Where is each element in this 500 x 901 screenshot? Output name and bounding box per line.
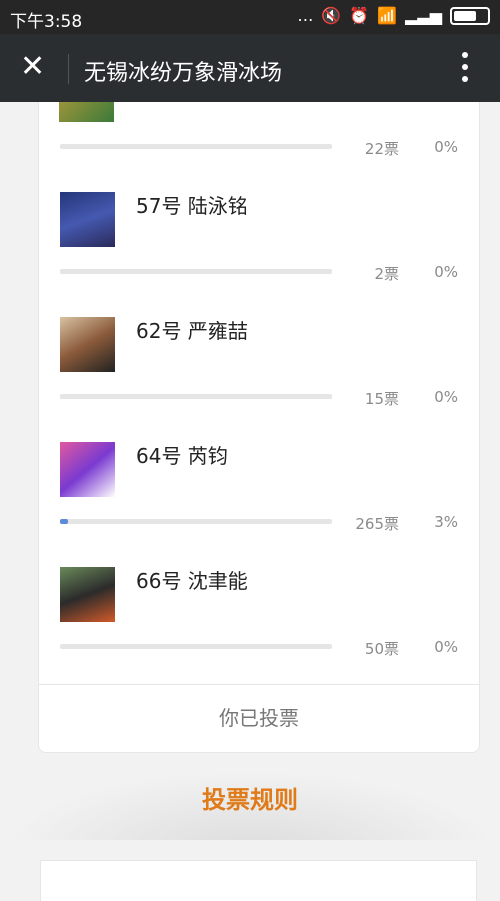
vote-percent: 0% xyxy=(434,638,458,656)
candidate-photo[interactable] xyxy=(60,317,115,372)
mute-icon: 🔇 xyxy=(321,6,342,25)
rules-title: 投票规则 xyxy=(202,786,298,814)
battery-icon xyxy=(450,6,490,25)
close-icon[interactable]: ✕ xyxy=(20,52,50,82)
candidate-photo[interactable] xyxy=(60,567,115,622)
vote-count: 2票 xyxy=(374,265,399,283)
app-bar-divider xyxy=(68,54,69,84)
candidate-name[interactable]: 62号 严雍喆 xyxy=(136,315,248,344)
alarm-icon: ⏰ xyxy=(349,6,370,25)
more-menu-icon[interactable] xyxy=(462,52,470,82)
vote-progress-bar xyxy=(60,394,332,399)
wifi-icon: 📶 xyxy=(377,6,398,25)
candidate-photo[interactable] xyxy=(60,192,115,247)
candidate-photo[interactable] xyxy=(60,442,115,497)
vote-percent: 0% xyxy=(434,388,458,406)
vote-progress-bar xyxy=(60,269,332,274)
vote-count: 265票 xyxy=(355,515,399,533)
vote-list-card: 22票 0% 57号 陆泳铭 2票 0% 62号 严雍喆 15票 0% 64号 … xyxy=(38,102,480,753)
signal-icon: ▂▃▅ xyxy=(405,6,442,25)
page-title: 无锡冰纷万象滑冰场 xyxy=(84,61,283,86)
rules-card xyxy=(40,860,477,901)
candidate-name[interactable]: 66号 沈聿能 xyxy=(136,565,248,594)
status-time: 下午3:58 xyxy=(10,12,83,32)
vote-progress-bar xyxy=(60,519,332,524)
vote-percent: 0% xyxy=(434,138,458,156)
status-bar: 下午3:58 … 🔇 ⏰ 📶 ▂▃▅ xyxy=(0,0,500,34)
vote-count: 50票 xyxy=(364,640,399,658)
vote-percent: 3% xyxy=(434,513,458,531)
candidate-name[interactable]: 57号 陆泳铭 xyxy=(136,190,248,219)
app-bar: ✕ 无锡冰纷万象滑冰场 xyxy=(0,34,500,102)
candidate-photo[interactable] xyxy=(59,102,114,122)
vote-progress-bar xyxy=(60,144,332,149)
status-icons: … 🔇 ⏰ 📶 ▂▃▅ xyxy=(297,6,490,25)
voted-status-button[interactable]: 你已投票 xyxy=(39,702,479,731)
vote-count: 22票 xyxy=(364,140,399,158)
vote-percent: 0% xyxy=(434,263,458,281)
vote-progress-bar xyxy=(60,644,332,649)
vote-count: 15票 xyxy=(364,390,399,408)
candidate-name[interactable]: 64号 芮钧 xyxy=(136,440,228,469)
more-dots-icon: … xyxy=(297,6,314,25)
voted-divider xyxy=(39,684,479,685)
